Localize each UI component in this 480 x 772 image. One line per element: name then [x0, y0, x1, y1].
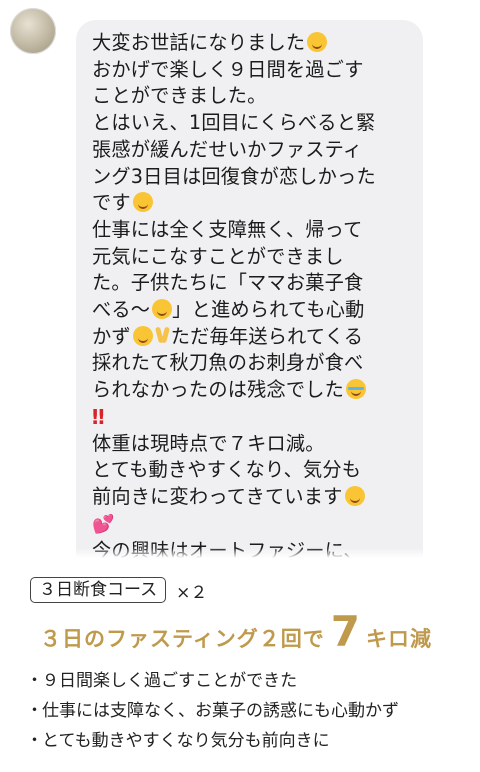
bullet: ・ — [26, 731, 43, 751]
message-line-text: 前向きに変わってきています — [92, 484, 343, 508]
message-line-text: かず — [92, 324, 131, 348]
grinning-face-icon — [344, 485, 365, 506]
headline-suffix: キロ減 — [365, 627, 432, 651]
message-line: ング3日目は回復食が恋しかった — [92, 164, 376, 188]
list-item: ・ ９日間楽しく過ごすことができた — [26, 666, 466, 696]
message-line: おかげで楽しく９日間を過ごす — [92, 57, 364, 81]
message-line: られなかったのは残念でした — [92, 377, 407, 404]
result-headline: ３日のファスティング２回で 7 キロ減 — [40, 608, 432, 660]
message-text: 大変お世話になりました おかげで楽しく９日間を過ごす ことができました。 とはい… — [92, 30, 407, 558]
crying-face-icon — [346, 379, 367, 400]
message-line-text: です — [92, 191, 131, 215]
grinning-face-icon — [132, 325, 153, 346]
message-line-text: 大変お世話になりました — [92, 31, 306, 54]
message-line: 張感が緩んだせいかファスティ — [92, 137, 363, 161]
list-item-text: ９日間楽しく過ごすことができた — [42, 671, 298, 691]
laughing-tears-icon — [132, 192, 153, 213]
bullet: ・ — [26, 671, 43, 691]
message-line: 前向きに変わってきています — [92, 484, 407, 511]
list-item: ・とても動きやすくなり気分も前向きに — [26, 726, 466, 756]
message-line-text: ただ毎年送られてくる — [170, 324, 364, 348]
course-label: ３日断食コース — [30, 577, 167, 603]
message-line: 採れたて秋刀魚のお刺身が食べ — [92, 351, 364, 375]
two-hearts-icon: 💕 — [92, 513, 115, 535]
list-item-text: 仕事には支障なく、お菓子の誘惑にも心動かず — [42, 701, 399, 721]
message-line: 元気にこなすことができまし — [92, 244, 344, 268]
summary-list: ・ ９日間楽しく過ごすことができた ・仕事には支障なく、お菓子の誘惑にも心動かず … — [26, 666, 466, 756]
message-line: ことができました。 — [92, 84, 267, 108]
message-line: 大変お世話になりました — [92, 30, 407, 57]
double-exclamation-icon: ‼ — [92, 404, 105, 429]
list-item: ・仕事には支障なく、お菓子の誘惑にも心動かず — [26, 696, 466, 726]
headline-prefix: ３日のファスティング２回で — [40, 627, 325, 651]
message-line: とても動きやすくなり、気分も — [92, 458, 362, 482]
headline-number: 7 — [330, 607, 360, 656]
message-line: です — [92, 190, 407, 217]
bullet: ・ — [26, 701, 43, 721]
message-line: た。子供たちに「ママお菓子食 — [92, 271, 364, 295]
message-line-text: られなかったのは残念でした — [92, 378, 345, 402]
course-times: ×２ — [176, 582, 208, 603]
fade-overlay — [0, 548, 480, 558]
message-line: 仕事には全く支障無く、帰って — [92, 217, 363, 241]
message-line: かず ただ毎年送られてくる — [92, 324, 407, 351]
victory-hand-icon — [155, 325, 171, 347]
message-line-text: 」と進められても心動 — [172, 298, 365, 322]
course-row: ３日断食コース ×２ — [30, 576, 207, 604]
list-item-text: とても動きやすくなり気分も前向きに — [42, 731, 330, 751]
smiling-face-icon — [307, 32, 328, 52]
sender-avatar[interactable] — [10, 8, 56, 54]
message-line-text: べる〜 — [92, 298, 151, 322]
message-bubble: 大変お世話になりました おかげで楽しく９日間を過ごす ことができました。 とはい… — [76, 20, 423, 558]
chat-area: 大変お世話になりました おかげで楽しく９日間を過ごす ことができました。 とはい… — [0, 0, 480, 558]
grinning-face-icon — [152, 299, 173, 320]
message-line: とはいえ、1回目にくらべると緊 — [92, 111, 376, 135]
message-line: べる〜 」と進められても心動 — [92, 297, 407, 324]
message-line: 体重は現時点で７キロ減。 — [92, 431, 325, 455]
